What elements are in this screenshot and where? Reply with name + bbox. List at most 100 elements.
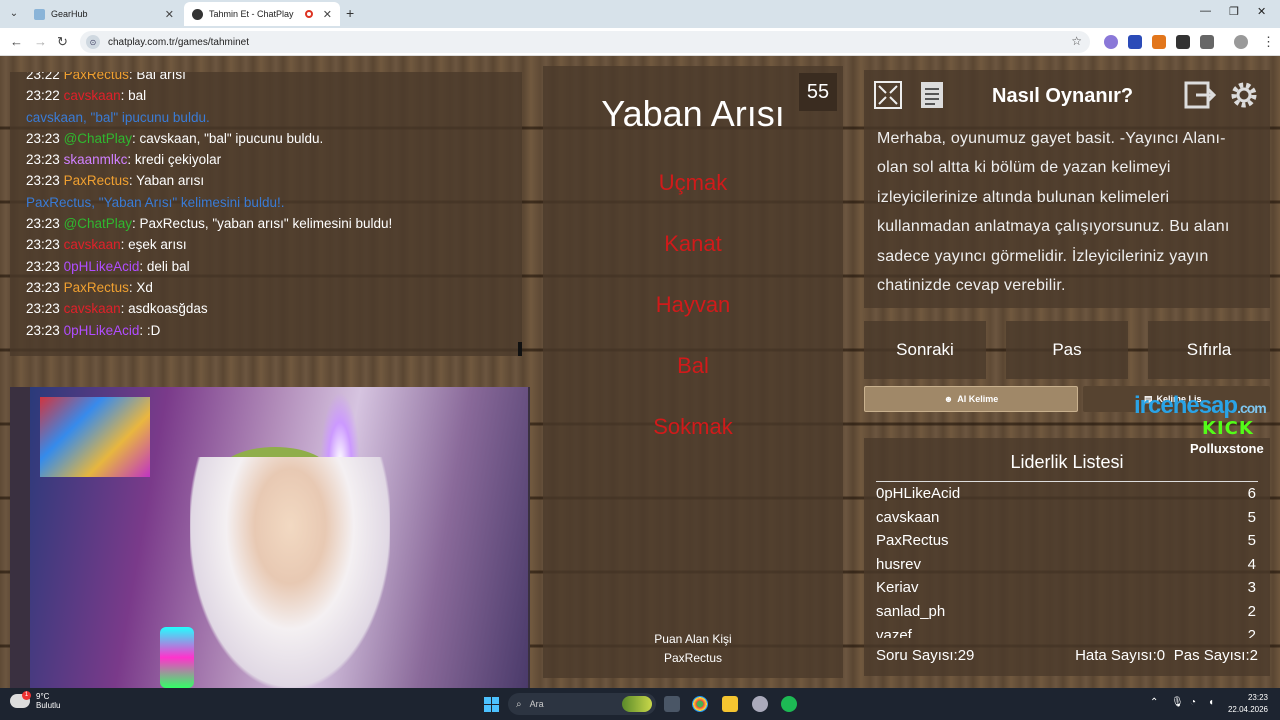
chat-username[interactable]: 0pHLikeAcid: [64, 259, 140, 274]
tab-chatplay[interactable]: Tahmin Et - ChatPlay ✕: [184, 2, 340, 26]
streamer-handle: Polluxstone: [1190, 441, 1264, 456]
windows-start-icon[interactable]: [484, 697, 499, 712]
leaderboard-score: 2: [1247, 602, 1256, 620]
chat-timestamp: 23:22: [26, 72, 60, 82]
chat-timestamp: 23:22: [26, 88, 60, 104]
close-window-icon[interactable]: ✕: [1257, 5, 1266, 18]
tray-chevron-icon[interactable]: ⌃: [1150, 697, 1158, 708]
task-view-icon[interactable]: [664, 696, 680, 712]
settings-gear-icon[interactable]: [1228, 79, 1260, 111]
tab-close-icon[interactable]: ✕: [323, 8, 332, 21]
chat-username[interactable]: cavskaan: [64, 237, 121, 252]
metamask-icon[interactable]: [1152, 35, 1166, 49]
chat-username[interactable]: PaxRectus: [64, 280, 129, 295]
errors-label: Hata Sayısı:: [1075, 647, 1157, 664]
reset-button[interactable]: Sıfırla: [1148, 321, 1270, 379]
chat-message: 23:23 PaxRectus: Xd: [26, 277, 522, 298]
url-field[interactable]: ⊙ chatplay.com.tr/games/tahminet ☆: [80, 31, 1090, 53]
chat-message: 23:22 PaxRectus: Bal arısı: [26, 72, 522, 85]
search-icon: ⌕: [516, 698, 522, 710]
chat-username[interactable]: 0pHLikeAcid: [64, 323, 140, 338]
leaderboard-row: PaxRectus 5: [876, 529, 1258, 553]
leaderboard-rows: 0pHLikeAcid 6 cavskaan 5 PaxRectus 5 husrev 4 Ke…: [876, 482, 1258, 638]
chat-text: : kredi çekiyolar: [127, 152, 222, 168]
pass-button[interactable]: Pas: [1006, 321, 1128, 379]
browser-menu-icon[interactable]: ⋮: [1262, 34, 1275, 50]
leaderboard-name: cavskaan: [876, 508, 940, 526]
leaderboard-score: 2: [1247, 626, 1256, 638]
passes-stat: Pas Sayısı:2: [1174, 647, 1258, 664]
chat-timestamp: 23:23: [26, 152, 60, 168]
new-tab-button[interactable]: +: [346, 5, 354, 21]
chat-username[interactable]: @ChatPlay: [64, 216, 132, 231]
leaderboard-score: 4: [1247, 555, 1256, 573]
tab-gearhub[interactable]: GearHub ✕: [26, 2, 182, 26]
extension-icon[interactable]: [1104, 35, 1118, 49]
next-button[interactable]: Sonraki: [864, 321, 986, 379]
chat-username[interactable]: skaanmlkc: [64, 152, 128, 167]
chat-scrollbar[interactable]: [518, 342, 522, 356]
fullscreen-icon[interactable]: [872, 79, 904, 111]
weather-widget[interactable]: 1 9°C Bulutlu: [10, 691, 61, 710]
minimize-icon[interactable]: —: [1200, 5, 1211, 17]
profile-avatar[interactable]: [1234, 35, 1248, 49]
kick-logo: KICK: [1202, 418, 1254, 439]
chat-username[interactable]: cavskaan: [64, 301, 121, 316]
chat-username[interactable]: @ChatPlay: [64, 131, 132, 146]
volume-icon[interactable]: ◖: [1208, 697, 1214, 708]
leaderboard-row: vazef 2: [876, 624, 1258, 638]
chat-username[interactable]: PaxRectus: [64, 72, 129, 82]
site-info-icon[interactable]: ⊙: [86, 35, 100, 49]
system-clock[interactable]: 23:23 22.04.2026: [1224, 692, 1268, 716]
chat-text: : deli bal: [139, 258, 190, 274]
tab-close-icon[interactable]: ✕: [165, 8, 174, 21]
rgb-lamp: [160, 627, 194, 688]
microphone-icon[interactable]: 🎙: [1171, 697, 1184, 708]
chrome-icon[interactable]: [692, 696, 708, 712]
weather-condition: Bulutlu: [36, 701, 61, 710]
chat-text: : :D: [139, 322, 161, 338]
leaderboard-name: sanlad_ph: [876, 602, 946, 620]
wifi-icon[interactable]: ◔: [1190, 697, 1196, 708]
exit-icon[interactable]: [1184, 79, 1216, 111]
ai-word-button[interactable]: ☻ AI Kelime: [864, 386, 1078, 412]
reload-icon[interactable]: ↻: [57, 34, 68, 50]
chat-text: : bal: [120, 88, 147, 104]
chat-message: 23:23 0pHLikeAcid: :D: [26, 320, 522, 341]
chat-message: 23:23 cavskaan: asdkoasğdas: [26, 298, 522, 319]
restore-icon[interactable]: ❐: [1229, 5, 1239, 18]
chat-timestamp: 23:23: [26, 173, 60, 189]
chat-message: 23:23 @ChatPlay: cavskaan, "bal" ipucunu…: [26, 128, 522, 149]
spotify-icon[interactable]: [781, 696, 797, 712]
scorer-name: PaxRectus: [663, 651, 723, 665]
extensions-puzzle-icon[interactable]: [1200, 35, 1214, 49]
url-text: chatplay.com.tr/games/tahminet: [108, 36, 249, 48]
temperature: 9°C: [36, 692, 50, 701]
bookmark-star-icon[interactable]: ☆: [1071, 34, 1082, 48]
cloud-icon: 1: [10, 691, 31, 708]
wall-poster: [40, 397, 150, 477]
document-icon[interactable]: [916, 79, 948, 111]
back-icon[interactable]: ←: [10, 34, 23, 49]
chat-username[interactable]: PaxRectus: [64, 173, 129, 188]
forward-icon[interactable]: →: [34, 34, 47, 49]
extension-icon[interactable]: [1176, 35, 1190, 49]
questions-stat: Soru Sayısı:29: [876, 647, 974, 664]
extension-icon[interactable]: [1128, 35, 1142, 49]
leaderboard-name: vazef: [876, 626, 912, 638]
file-explorer-icon[interactable]: [722, 696, 738, 712]
browser-tab-bar: ⌄ GearHub ✕ Tahmin Et - ChatPlay ✕ + — ❐…: [0, 0, 1280, 28]
leaderboard-row: Keriav 3: [876, 576, 1258, 600]
chat-username[interactable]: cavskaan: [64, 88, 121, 103]
taskbar-search[interactable]: ⌕ Ara: [508, 693, 656, 715]
howto-title: Nasıl Oynanır?: [992, 85, 1134, 107]
chat-text: : Yaban arısı: [128, 173, 205, 189]
clock-date: 22.04.2026: [1227, 705, 1268, 714]
leaderboard-row: cavskaan 5: [876, 506, 1258, 530]
watermark-text: ircehesap: [1134, 392, 1238, 419]
taskbar: 1 9°C Bulutlu ⌕ Ara ⌃ 🎙 ◔ ◖ 23:23 22.04.…: [0, 688, 1280, 720]
address-bar: ← → ↻ ⊙ chatplay.com.tr/games/tahminet ☆…: [0, 28, 1280, 56]
tab-search-icon[interactable]: ⌄: [6, 5, 22, 21]
app-icon[interactable]: [752, 696, 768, 712]
chat-system-text: PaxRectus, "Yaban Arısı" kelimesini buld…: [26, 194, 285, 210]
